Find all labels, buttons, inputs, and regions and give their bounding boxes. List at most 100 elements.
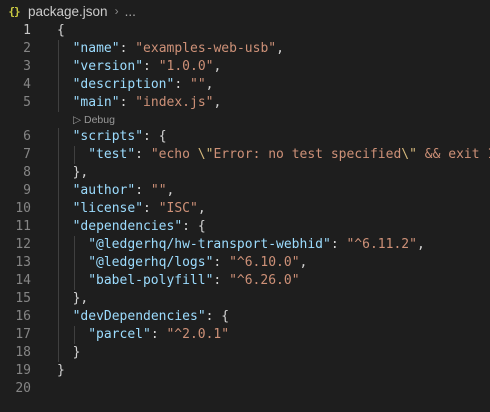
punctuation: : { xyxy=(143,129,167,144)
code-line-content: "version": "1.0.0", xyxy=(73,58,222,76)
code-line-content: "author": "", xyxy=(73,182,175,200)
line-number: 8 xyxy=(23,165,31,180)
indent-guide xyxy=(58,308,59,326)
json-string: "examples-web-usb" xyxy=(135,41,277,56)
code-line-content: "@ledgerhq/logs": "^6.10.0", xyxy=(88,254,307,272)
line-number: 4 xyxy=(23,77,31,92)
line-number: 5 xyxy=(23,95,31,110)
punctuation: , xyxy=(213,95,222,110)
code-line[interactable]: 8}, xyxy=(0,164,490,182)
code-line-content: "scripts": { xyxy=(73,128,167,146)
chevron-right-icon: › xyxy=(114,4,119,18)
indent-guide xyxy=(73,236,75,254)
indent-guide xyxy=(58,290,59,308)
code-line[interactable]: 9 "author": "", xyxy=(0,182,490,200)
indent-guide xyxy=(58,40,59,58)
line-number: 6 xyxy=(23,129,31,144)
code-area[interactable]: 1{2 "name": "examples-web-usb", 3 "version"… xyxy=(0,22,490,398)
code-line[interactable]: 18} xyxy=(0,344,490,362)
code-line[interactable]: 5 "main": "index.js", xyxy=(0,94,490,112)
json-string: "" xyxy=(190,77,206,92)
code-line[interactable]: 16 "devDependencies": { xyxy=(0,308,490,326)
code-line[interactable]: 7 "test": "echo \"Error: no test specifie… xyxy=(0,146,490,164)
code-line[interactable]: 12 "@ledgerhq/hw-transport-webhid": "^6.1… xyxy=(0,236,490,254)
punctuation: , xyxy=(276,41,284,56)
escape-sequence: \" xyxy=(401,147,417,162)
line-number: 7 xyxy=(23,147,31,162)
indent-guide xyxy=(58,76,59,94)
indent-guide xyxy=(58,218,59,236)
punctuation: } xyxy=(57,363,65,378)
code-line[interactable]: 14 "babel-polyfill": "^6.26.0" xyxy=(0,272,490,290)
code-line[interactable]: 20 xyxy=(0,380,490,398)
json-string: "echo xyxy=(150,147,198,162)
indent-guide xyxy=(73,272,75,290)
indent-guide xyxy=(58,164,59,182)
code-line[interactable]: 3 "version": "1.0.0", xyxy=(0,58,490,76)
indent-guide xyxy=(58,200,59,218)
indent-guide xyxy=(58,182,59,200)
line-number: 9 xyxy=(23,183,31,198)
code-line-content: } xyxy=(57,362,65,380)
indent-guide xyxy=(58,272,59,290)
punctuation: }, xyxy=(72,291,89,306)
code-line-content: "devDependencies": { xyxy=(73,308,230,326)
json-string: "1.0.0" xyxy=(158,59,214,74)
json-key: "main" xyxy=(72,95,120,110)
breadcrumb-symbol-path[interactable]: ... xyxy=(125,4,136,19)
code-line-content: } xyxy=(73,344,81,362)
code-line[interactable]: 13 "@ledgerhq/logs": "^6.10.0", xyxy=(0,254,490,272)
punctuation: : xyxy=(143,201,159,216)
json-string: "^6.11.2" xyxy=(346,237,417,252)
code-line-content: "@ledgerhq/hw-transport-webhid": "^6.11.… xyxy=(88,236,425,254)
code-line-content: "test": "echo \"Error: no test specified… xyxy=(88,146,490,164)
indent-guide xyxy=(58,146,59,164)
indent-guide xyxy=(58,254,59,272)
code-editor[interactable]: {} package.json › ... 1{2 "name": "exampl… xyxy=(0,0,490,412)
json-string: "index.js" xyxy=(135,95,214,110)
line-number: 12 xyxy=(15,237,31,252)
json-key: "dependencies" xyxy=(72,219,183,234)
json-string: "^6.26.0" xyxy=(229,273,300,288)
code-line[interactable]: 17 "parcel": "^2.0.1" xyxy=(0,326,490,344)
line-number: 15 xyxy=(15,291,31,306)
code-line[interactable]: 4 "description": "", xyxy=(0,76,490,94)
punctuation: }, xyxy=(72,165,89,180)
punctuation: , xyxy=(205,77,214,92)
codelens-row: ▷ Debug xyxy=(0,112,490,128)
debug-codelens[interactable]: ▷ Debug xyxy=(73,112,115,128)
breadcrumb-file[interactable]: package.json xyxy=(28,4,108,19)
code-line-content: "dependencies": { xyxy=(73,218,206,236)
code-line[interactable]: 6 "scripts": { xyxy=(0,128,490,146)
punctuation: , xyxy=(416,237,425,252)
punctuation: } xyxy=(72,345,81,360)
json-key: "babel-polyfill" xyxy=(88,273,214,288)
punctuation: , xyxy=(213,59,222,74)
json-key: "version" xyxy=(72,59,144,74)
punctuation: : xyxy=(135,147,151,162)
code-line[interactable]: 10 "license": "ISC", xyxy=(0,200,490,218)
json-string: "^2.0.1" xyxy=(166,327,230,342)
json-key: "parcel" xyxy=(88,327,151,342)
punctuation: : xyxy=(150,327,167,342)
json-key: "description" xyxy=(72,77,175,92)
line-number: 1 xyxy=(23,23,31,38)
line-number: 20 xyxy=(15,381,31,396)
escape-sequence: \" xyxy=(197,147,214,162)
code-line-content: }, xyxy=(73,290,89,308)
line-number: 17 xyxy=(15,327,31,342)
code-line-content: "name": "examples-web-usb", xyxy=(73,40,284,58)
punctuation: : xyxy=(174,77,190,92)
punctuation: : xyxy=(213,273,230,288)
code-line[interactable]: 15}, xyxy=(0,290,490,308)
punctuation: : { xyxy=(182,219,206,234)
code-line[interactable]: 11 "dependencies": { xyxy=(0,218,490,236)
json-key: "license" xyxy=(72,201,144,216)
json-string: "ISC" xyxy=(158,201,198,216)
code-line[interactable]: 1{ xyxy=(0,22,490,40)
code-line[interactable]: 19} xyxy=(0,362,490,380)
code-line[interactable]: 2 "name": "examples-web-usb", xyxy=(0,40,490,58)
punctuation: , xyxy=(299,255,308,270)
line-number: 18 xyxy=(15,345,31,360)
code-line-content: "babel-polyfill": "^6.26.0" xyxy=(88,272,299,290)
